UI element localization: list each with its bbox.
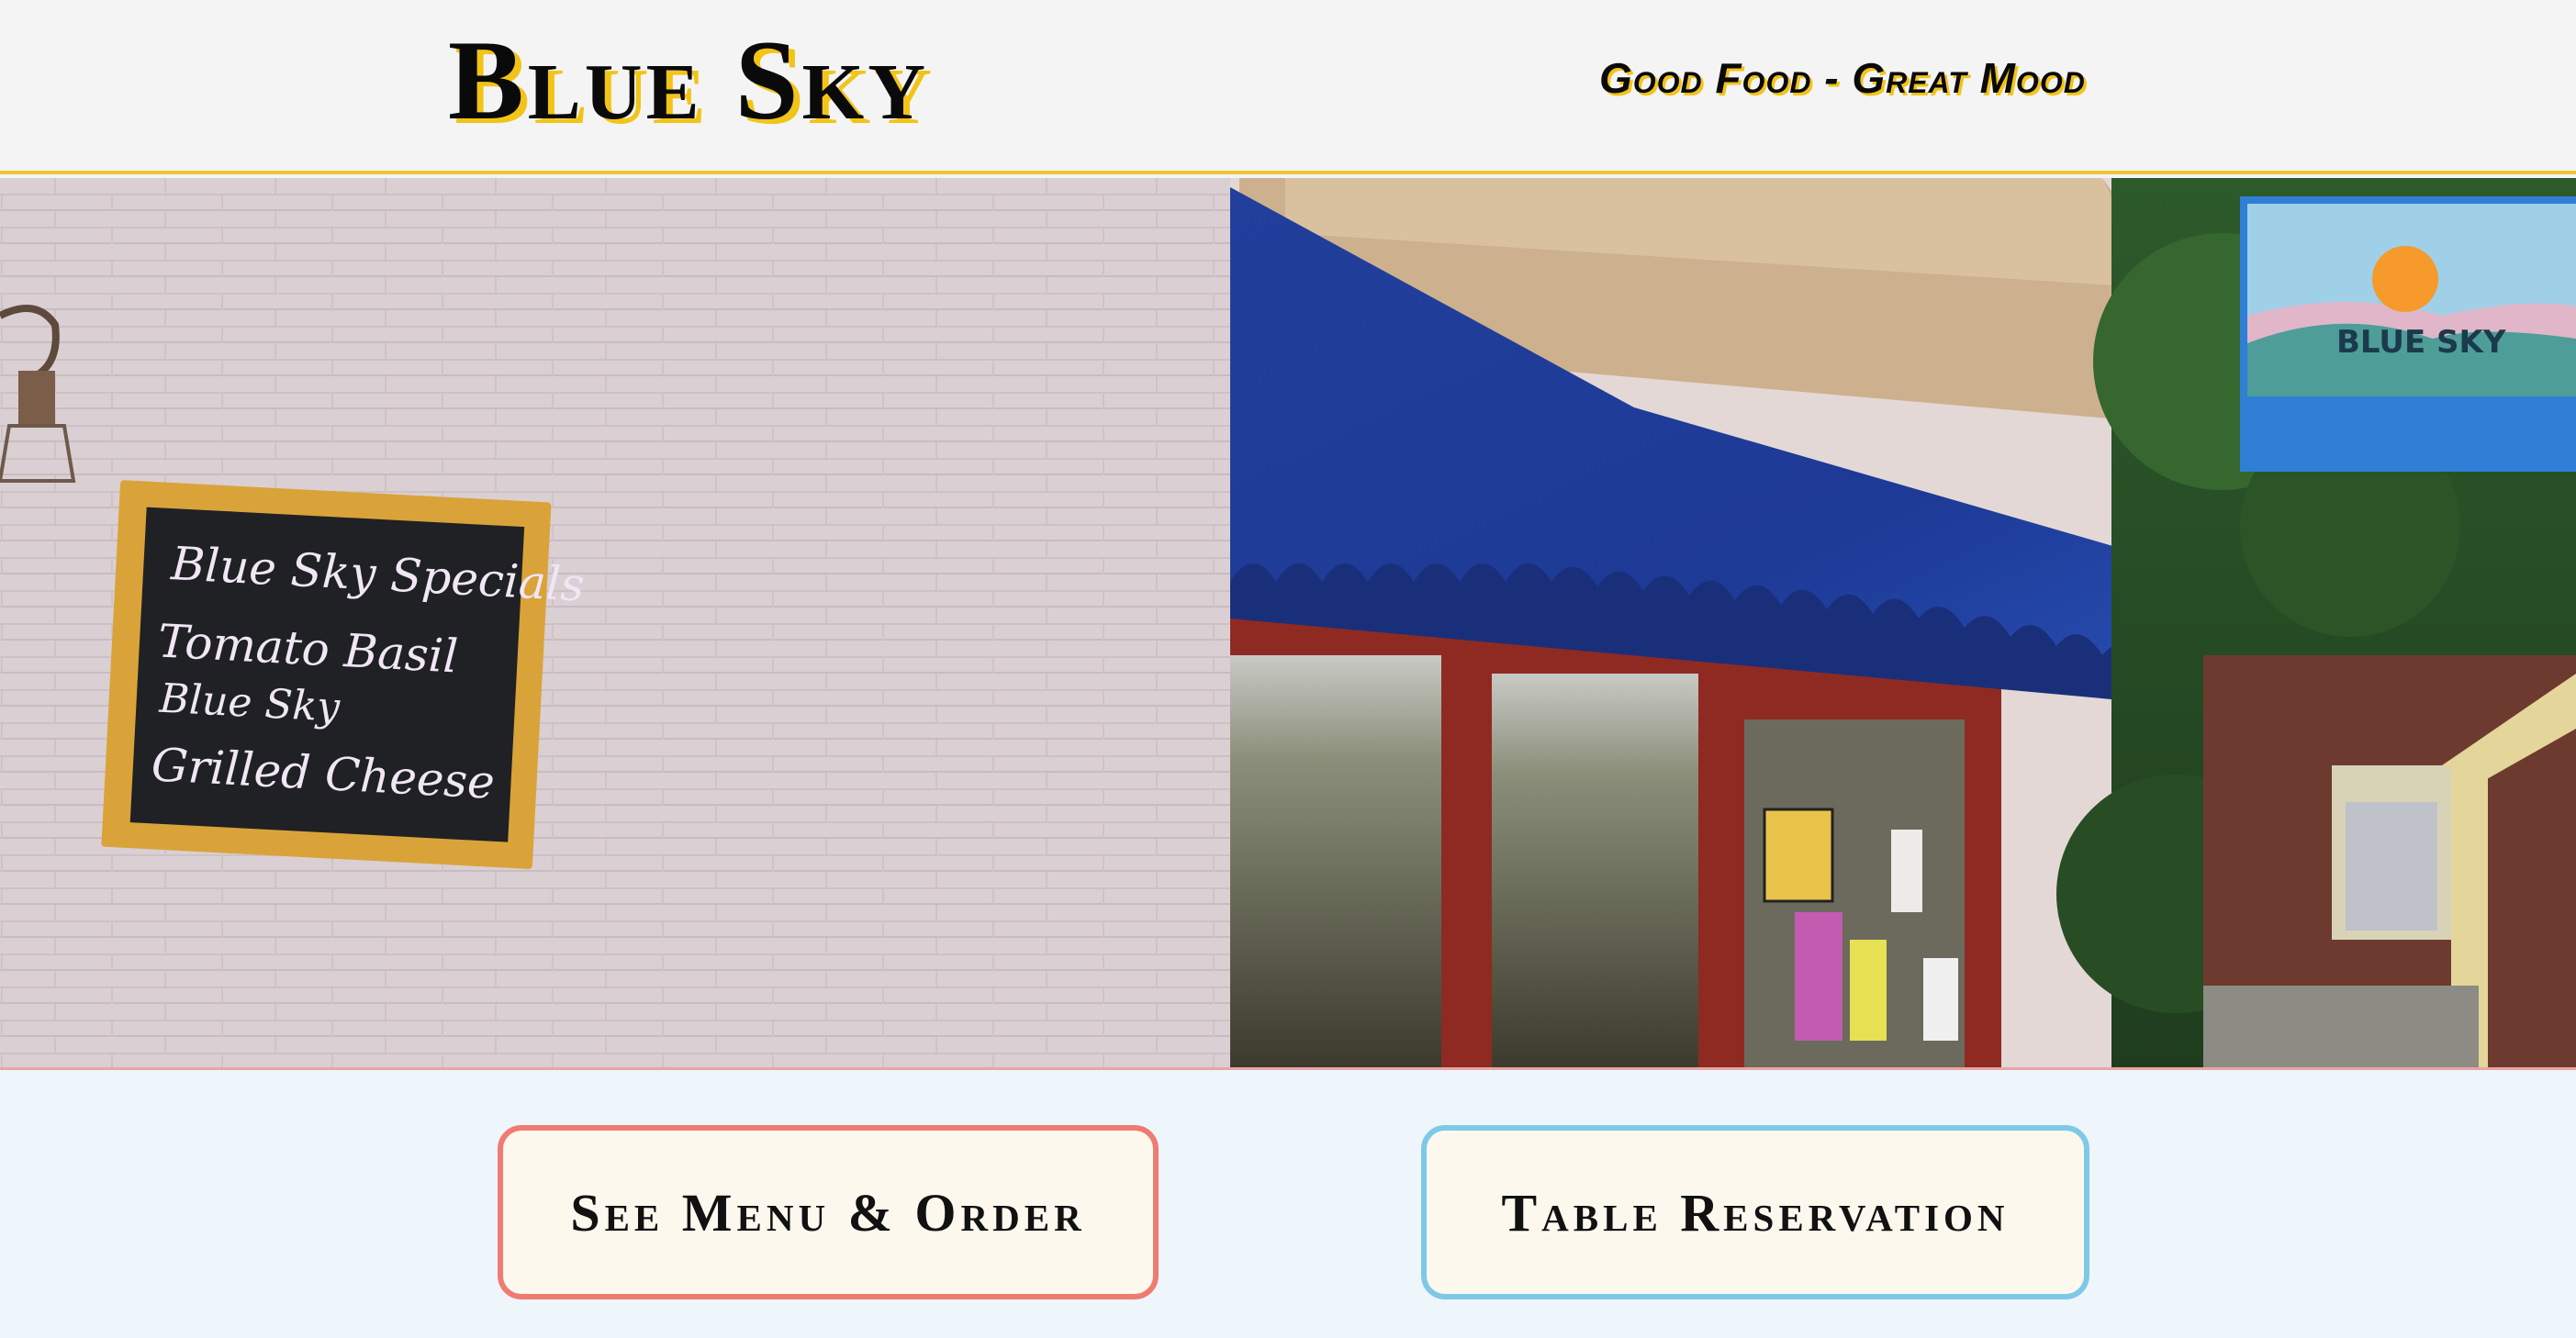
brand-logo-text[interactable]: Blue Sky (448, 17, 929, 145)
chalk-line-3: Blue Sky (158, 675, 342, 731)
table-reservation-label: Table Reservation (1501, 1182, 2010, 1243)
site-tagline: Good Food - Great Mood (1599, 54, 2086, 102)
see-menu-order-button[interactable]: See Menu & Order (498, 1125, 1159, 1299)
storefront-window-2 (1492, 674, 1698, 1067)
table-reservation-button[interactable]: Table Reservation (1421, 1125, 2089, 1299)
hanging-blue-sky-sign: BLUE SKY (2240, 196, 2576, 472)
hanging-sign-text: BLUE SKY (2336, 324, 2506, 361)
site-header: Blue Sky Good Food - Great Mood (0, 0, 2576, 174)
storefront-window-1 (1230, 655, 1441, 1067)
chalkboard-sign: Blue Sky Specials Tomato Basil Blue Sky … (101, 480, 586, 869)
hero-storefront-image: Blue Sky Specials Tomato Basil Blue Sky … (0, 178, 2576, 1070)
see-menu-order-label: See Menu & Order (570, 1182, 1086, 1243)
